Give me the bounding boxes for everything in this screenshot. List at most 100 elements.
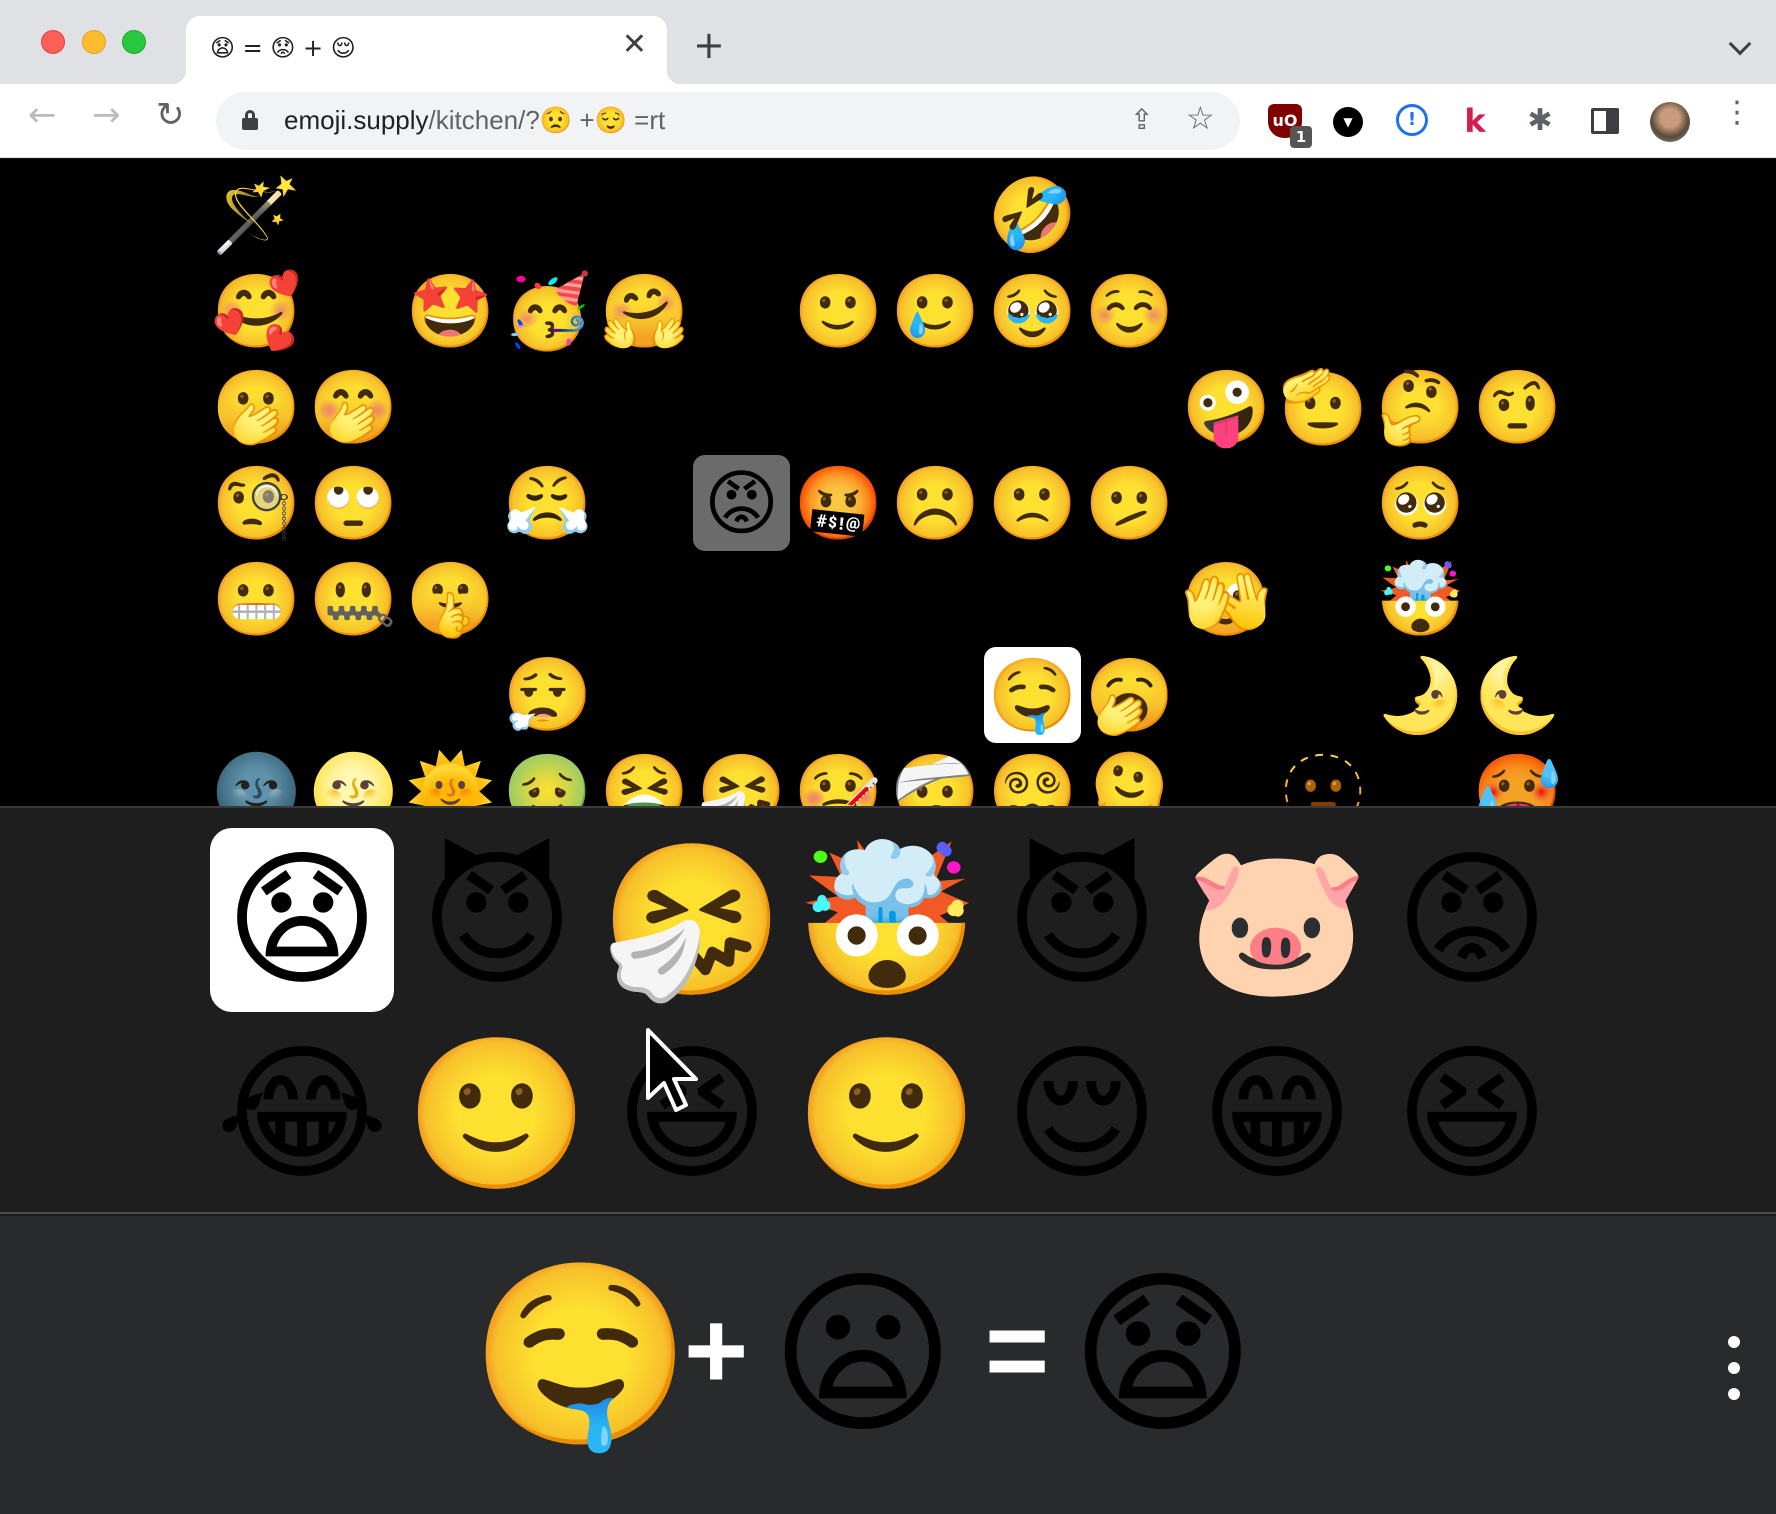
emoji-option[interactable]: 😐 <box>499 359 596 455</box>
combination-emoji[interactable]: 😈 <box>405 828 589 1012</box>
emoji-option[interactable]: 😉 <box>1469 263 1566 359</box>
window-maximize-button[interactable] <box>122 30 146 54</box>
emoji-option[interactable]: 🥲 <box>887 263 984 359</box>
emoji-option[interactable]: 😮‍💨 <box>499 647 596 743</box>
combination-emoji[interactable]: 😌 <box>990 1022 1174 1206</box>
emoji-option[interactable]: 😰 <box>499 551 596 647</box>
emoji-option[interactable]: 😟 <box>1275 455 1372 551</box>
emoji-option[interactable]: 😄 <box>499 167 596 263</box>
emoji-option[interactable]: 😵 <box>1372 743 1469 806</box>
emoji-option[interactable]: 😌 <box>1372 263 1469 359</box>
emoji-option[interactable]: 😞 <box>402 647 499 743</box>
emoji-option[interactable]: 🤮 <box>596 743 693 806</box>
emoji-option[interactable]: 😴 <box>1169 647 1285 743</box>
reload-button[interactable]: ↻ <box>156 98 185 132</box>
profile-avatar[interactable] <box>1650 102 1690 142</box>
share-icon[interactable]: ⇪ <box>1130 106 1153 134</box>
emoji-option[interactable]: 🤒 <box>790 743 887 806</box>
emoji-option[interactable]: 😯 <box>984 551 1081 647</box>
emoji-option[interactable]: 🙂 <box>790 263 887 359</box>
ublock-extension-icon[interactable]: uO 1 <box>1268 104 1312 148</box>
emoji-option[interactable]: 🫤 <box>1081 455 1178 551</box>
emoji-option[interactable]: 😔 <box>693 359 790 455</box>
combination-emoji[interactable]: 😈 <box>990 828 1174 1012</box>
emoji-option[interactable]: 😇 <box>1178 743 1275 806</box>
more-options-icon[interactable] <box>1728 1336 1742 1414</box>
emoji-option[interactable]: 😨 <box>596 551 693 647</box>
emoji-option[interactable]: 🌚 <box>208 743 305 806</box>
active-tab[interactable]: 😧 = 😟 + 😌 ✕ <box>172 16 681 84</box>
emoji-option[interactable]: 🌜 <box>1469 647 1566 743</box>
emoji-option[interactable]: ☹️ <box>887 455 984 551</box>
address-bar[interactable]: emoji.supply/kitchen/?😟 +😌 =rt ⇪ ☆ <box>216 92 1240 150</box>
emoji-option[interactable]: 😢 <box>1469 551 1566 647</box>
emoji-option[interactable]: 🙄 <box>305 455 402 551</box>
right-emoji[interactable]: 😦 <box>770 1266 956 1444</box>
mashup-result-emoji[interactable]: 😧 <box>1070 1266 1256 1444</box>
combination-emoji[interactable]: 🤧 <box>600 828 784 1012</box>
emoji-option[interactable]: 😏 <box>1275 263 1372 359</box>
emoji-option[interactable]: 😡 <box>693 455 790 551</box>
emoji-option[interactable]: 😀 <box>305 167 402 263</box>
emoji-option[interactable]: 😣 <box>693 647 790 743</box>
emoji-option[interactable]: 😫 <box>887 647 984 743</box>
window-close-button[interactable] <box>41 30 65 54</box>
lock-icon[interactable] <box>242 110 258 130</box>
emoji-option[interactable]: 😑 <box>596 359 693 455</box>
emoji-option[interactable]: 😬 <box>208 551 305 647</box>
emoji-option[interactable]: 🤐 <box>305 551 402 647</box>
emoji-option[interactable]: 😵‍💫 <box>984 743 1081 806</box>
emoji-option[interactable]: 🥺 <box>1372 455 1469 551</box>
emoji-option[interactable]: 😁 <box>596 167 693 263</box>
side-panel-icon[interactable] <box>1591 108 1619 134</box>
emoji-option[interactable]: 🤪 <box>1178 359 1275 455</box>
dark-reader-extension-icon[interactable]: ▼ <box>1333 107 1363 137</box>
emoji-option[interactable]: 🤭 <box>305 359 402 455</box>
combination-emoji[interactable]: 🙂 <box>405 1022 589 1206</box>
emoji-option[interactable]: 🌛 <box>1372 647 1469 743</box>
password-manager-extension-icon[interactable]: ! <box>1396 104 1428 136</box>
emoji-option[interactable]: 🥹 <box>984 263 1081 359</box>
forward-button[interactable]: → <box>92 98 121 132</box>
emoji-option[interactable]: 🫡 <box>1275 359 1372 455</box>
emoji-option[interactable]: 😆 <box>693 167 790 263</box>
emoji-option[interactable]: 😱 <box>1275 551 1372 647</box>
emoji-option[interactable]: 🌞 <box>402 743 499 806</box>
emoji-option[interactable]: 🫣 <box>1178 551 1275 647</box>
combination-emoji[interactable]: 😧 <box>210 828 394 1012</box>
emoji-option[interactable]: 😚 <box>1372 167 1469 263</box>
emoji-option[interactable]: 😶 <box>402 359 499 455</box>
emoji-option[interactable]: 😪 <box>1275 647 1372 743</box>
emoji-option[interactable]: 😩 <box>790 647 887 743</box>
emoji-option[interactable]: 🙁 <box>984 455 1081 551</box>
new-tab-button[interactable]: + <box>693 26 725 64</box>
emoji-option[interactable]: 🥵 <box>1469 743 1566 806</box>
emoji-option[interactable]: 😗 <box>1178 167 1275 263</box>
emoji-option[interactable]: 😲 <box>1081 551 1178 647</box>
emoji-option[interactable]: 😊 <box>1178 263 1275 359</box>
emoji-option[interactable]: 🤯 <box>1372 551 1469 647</box>
emoji-option[interactable]: 🤔 <box>1372 359 1469 455</box>
window-minimize-button[interactable] <box>82 30 106 54</box>
combination-emoji[interactable]: 😂 <box>210 1022 394 1206</box>
emoji-option[interactable]: 🤧 <box>693 743 790 806</box>
url-text[interactable]: emoji.supply/kitchen/?😟 +😌 =rt <box>284 105 665 136</box>
magic-wand-random-button[interactable]: 🪄 <box>208 167 305 263</box>
emoji-option[interactable]: 😝 <box>984 359 1081 455</box>
emoji-option[interactable]: 😭 <box>1081 167 1178 263</box>
emoji-option[interactable]: 🫥 <box>1275 743 1372 806</box>
left-emoji[interactable]: 🤤 <box>470 1266 692 1444</box>
combination-emoji[interactable]: 😁 <box>1185 1022 1369 1206</box>
emoji-option[interactable]: 🤫 <box>402 551 499 647</box>
emoji-option[interactable]: 🤬 <box>790 455 887 551</box>
emoji-option[interactable]: 🤣 <box>984 167 1081 263</box>
emoji-option[interactable]: 😓 <box>305 647 402 743</box>
emoji-option[interactable]: 😦 <box>790 551 887 647</box>
emoji-option[interactable]: 😂 <box>887 167 984 263</box>
emoji-option[interactable]: 🤩 <box>402 263 499 359</box>
combination-emoji[interactable]: 🙂 <box>795 1022 979 1206</box>
emoji-option[interactable]: 😥 <box>208 647 305 743</box>
emoji-option[interactable]: 🤤 <box>984 647 1081 743</box>
combination-emoji[interactable]: 🤯 <box>795 828 979 1012</box>
emoji-option[interactable]: 😙 <box>1275 167 1372 263</box>
